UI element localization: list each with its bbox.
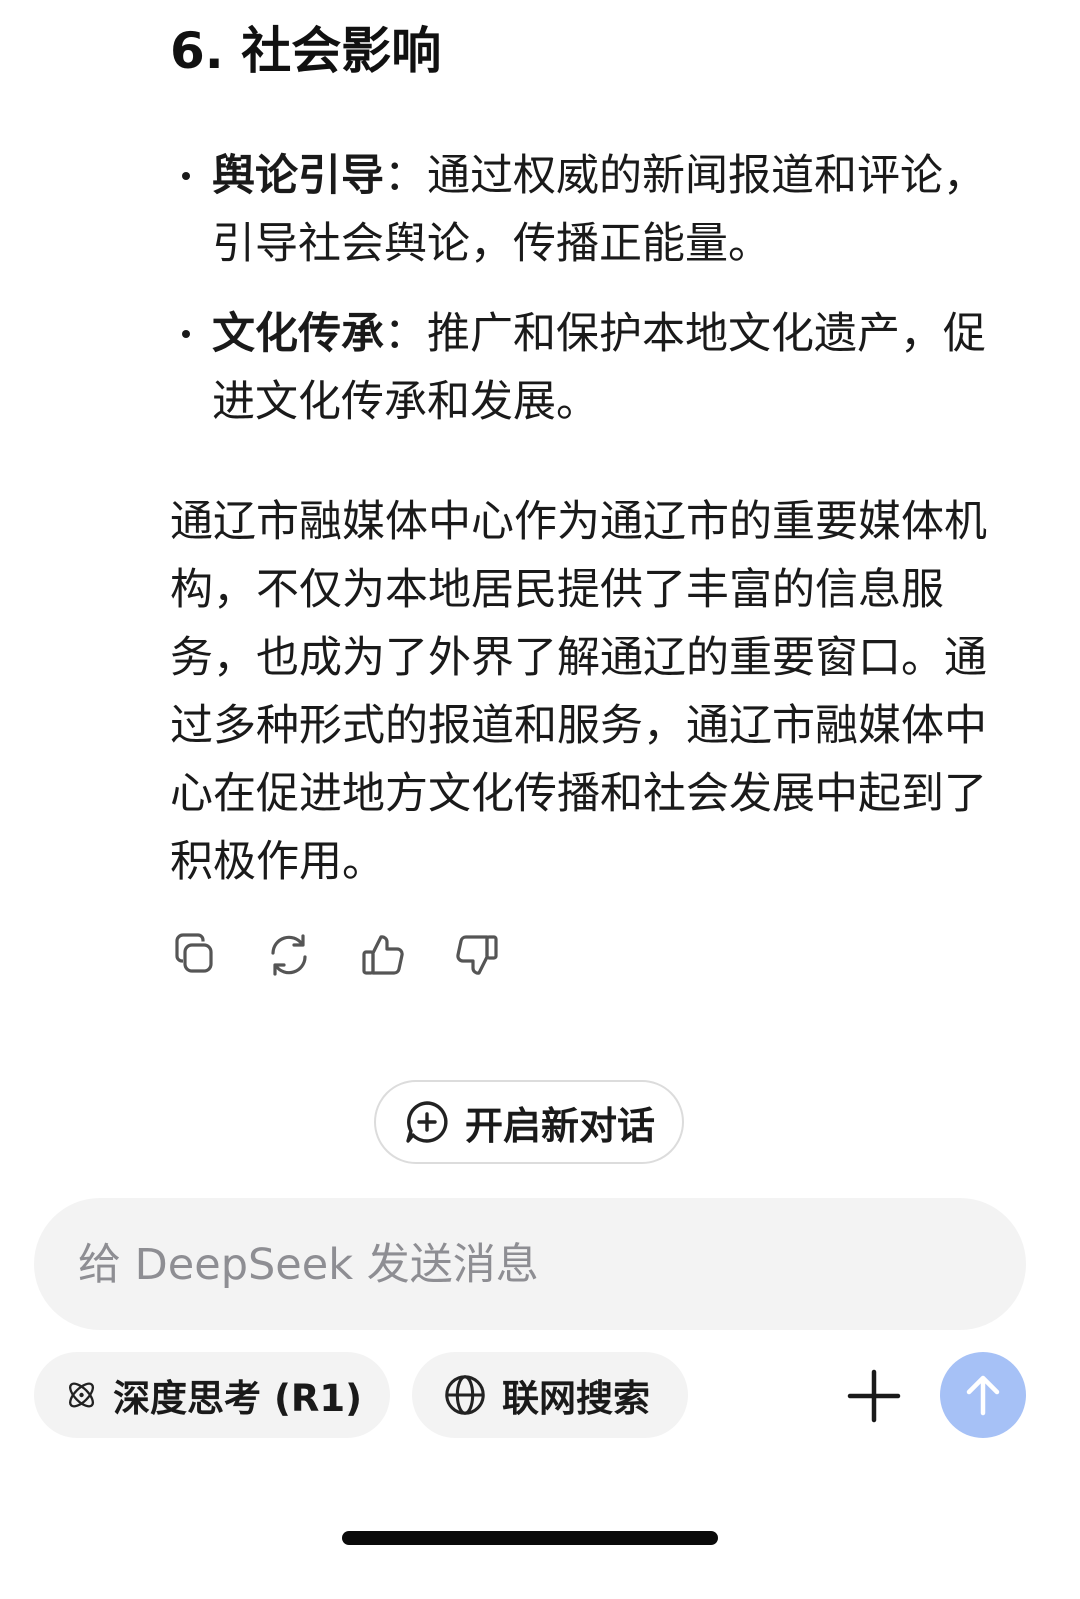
- home-indicator: [342, 1531, 718, 1545]
- atom-icon: [69, 1382, 95, 1408]
- bullet-dot: [182, 330, 190, 338]
- list-item: 文化传承：推广和保护本地文化遗产，促进文化传承和发展。: [170, 300, 990, 436]
- thumbs-down-icon[interactable]: [452, 930, 502, 980]
- message-input[interactable]: [76, 1198, 980, 1332]
- summary-paragraph: 通辽市融媒体中心作为通辽市的重要媒体机构，不仅为本地居民提供了丰富的信息服务，也…: [170, 497, 987, 887]
- plus-icon: [847, 1369, 901, 1423]
- bullet-colon: ：: [384, 151, 427, 201]
- new-chat-button[interactable]: 开启新对话: [374, 1080, 684, 1164]
- deep-think-toggle[interactable]: 深度思考 (R1): [34, 1352, 390, 1438]
- bullet-term: 文化传承: [212, 309, 384, 359]
- copy-icon[interactable]: [170, 930, 220, 980]
- globe-icon: [445, 1375, 485, 1415]
- thumbs-up-icon[interactable]: [358, 930, 408, 980]
- bullet-list: 舆论引导：通过权威的新闻报道和评论，引导社会舆论，传播正能量。 文化传承：推广和…: [170, 142, 990, 458]
- section-heading: 6. 社会影响: [170, 22, 442, 80]
- list-item: 舆论引导：通过权威的新闻报道和评论，引导社会舆论，传播正能量。: [170, 142, 990, 278]
- bullet-dot: [182, 172, 190, 180]
- bullet-colon: ：: [384, 309, 427, 359]
- deep-think-label: 深度思考 (R1): [113, 1377, 362, 1420]
- web-search-label: 联网搜索: [502, 1377, 650, 1420]
- regenerate-icon[interactable]: [264, 930, 314, 980]
- bullet-term: 舆论引导: [212, 151, 384, 201]
- message-actions: [170, 930, 502, 980]
- attach-button[interactable]: [846, 1368, 902, 1424]
- send-button[interactable]: [940, 1352, 1026, 1438]
- arrow-up-icon: [966, 1375, 1000, 1416]
- new-chat-label: 开启新对话: [464, 1103, 655, 1148]
- message-composer: [34, 1198, 1026, 1332]
- chat-plus-icon: [406, 1101, 448, 1143]
- web-search-toggle[interactable]: 联网搜索: [412, 1352, 688, 1438]
